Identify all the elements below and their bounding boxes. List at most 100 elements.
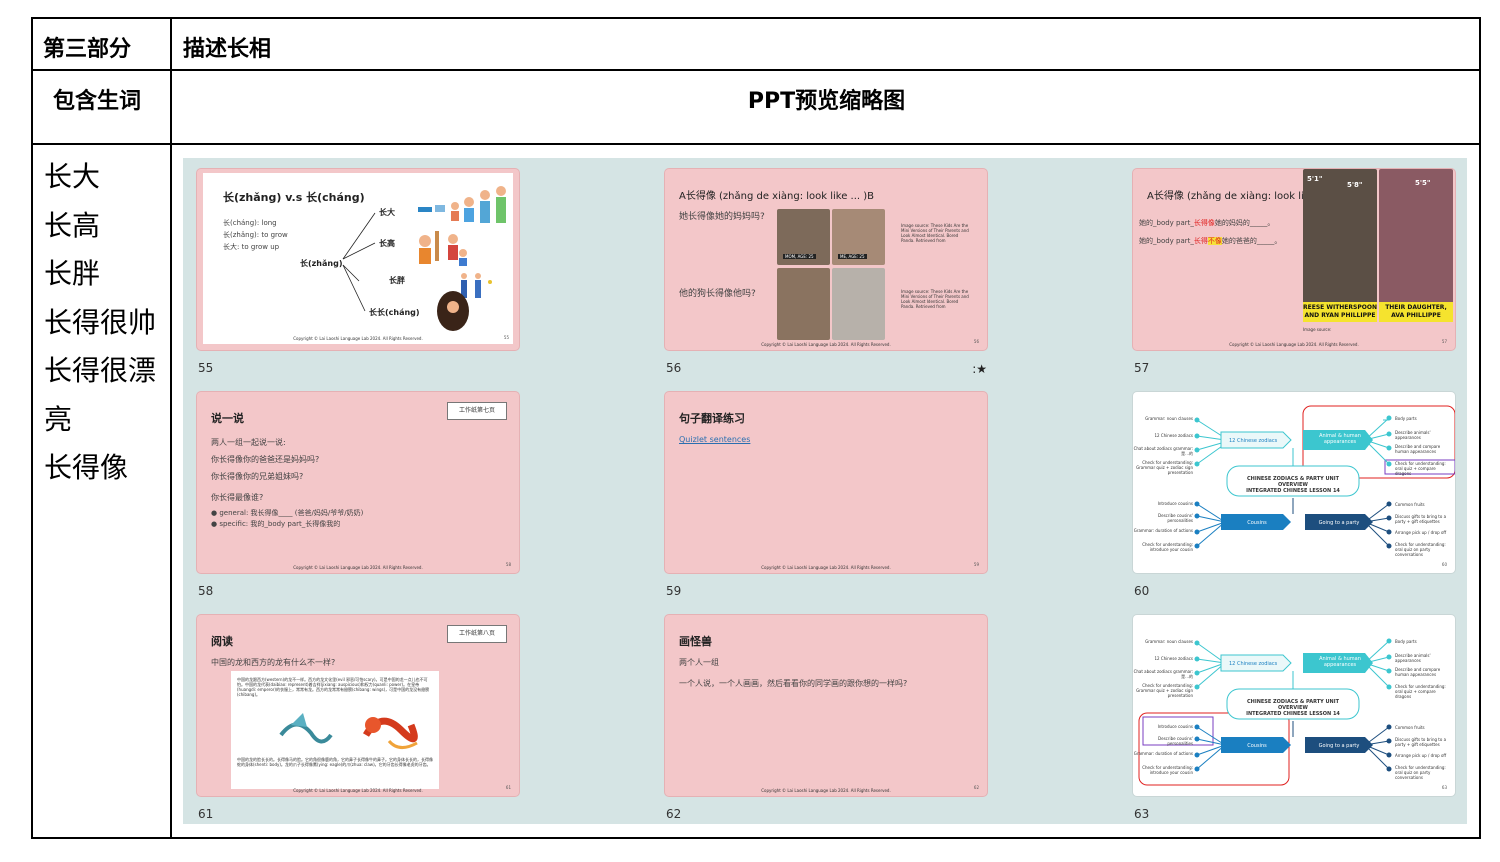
slide-55[interactable]: 长(zhǎng) v.s 长(cháng) 长(cháng): long 长(z… — [197, 169, 519, 350]
slide-footer: Copyright © Lai Laoshi Language Lab 2024… — [761, 788, 891, 793]
reading-passage: 中国的龙跟西方(western)的龙不一样。西方的龙文化里(evil 邪恶/可怕… — [231, 671, 439, 789]
leaf-label: Introduce cousins — [1157, 724, 1193, 729]
slide-58[interactable]: 说一说 工作纸第七页 两人一组一起说一说: 你长得像你的爸爸还是妈妈吗? 你长得… — [197, 392, 519, 573]
star-icon[interactable]: :★ — [972, 362, 987, 376]
slide-footer: Copyright © Lai Laoshi Language Lab 2024… — [293, 788, 423, 793]
branch-label: 长胖 — [389, 276, 405, 285]
slide-thumbnail-61[interactable]: 阅读 工作纸第八页 中国的龙和西方的龙有什么不一样? 中国的龙跟西方(weste… — [197, 615, 519, 821]
leaf-label: Arrange pick up / drop off — [1395, 530, 1447, 535]
vocab-item: 长胖 — [44, 257, 101, 290]
leaf-label: Grammar: noun clauses — [1145, 639, 1193, 644]
vocab-header: 包含生词 — [53, 89, 142, 114]
slide-title: 说一说 — [211, 412, 244, 425]
node-label: Going to a party — [1318, 520, 1360, 526]
vocab-item: 长高 — [44, 208, 101, 242]
couple-photo — [1303, 169, 1377, 321]
quizlet-link[interactable]: Quizlet sentences — [679, 434, 750, 446]
sentence-part: 她的爸爸的_____。 — [1221, 237, 1282, 245]
slide-number: 60 — [1134, 584, 1150, 598]
overview-title: CHINESE ZODIACS & PARTY UNIT OVERVIEW IN… — [1246, 476, 1340, 494]
slide-thumbnail-58[interactable]: 说一说 工作纸第七页 两人一组一起说一说: 你长得像你的爸爸还是妈妈吗? 你长得… — [197, 392, 519, 598]
leaf-label: Check for understanding: oral quiz + com… — [1395, 461, 1446, 476]
slide-59[interactable]: 句子翻译练习 Quizlet sentences Copyright © Lai… — [665, 392, 987, 573]
photo-badge: MOM, AGE: 25 — [783, 254, 816, 259]
leaf-label: Describe and compare human appearances — [1395, 444, 1441, 454]
leaf-label: Grammar: duration of actions — [1133, 751, 1193, 756]
leaf-label: Common fruits — [1395, 502, 1425, 507]
sentence-highlight: 长得像 — [1193, 219, 1215, 227]
slide-number: 55 — [198, 361, 214, 375]
slide-63[interactable]: CHINESE ZODIACS & PARTY UNIT OVERVIEW IN… — [1133, 615, 1455, 796]
table-row-divider — [33, 143, 1479, 145]
photo-caption: THEIR DAUGHTER, AVA PHILLIPPE — [1379, 302, 1453, 322]
slide-thumbnail-62[interactable]: 画怪兽 两个人一组 一个人说，一个人画画，然后看看你的同学画的跟你想的一样吗? … — [665, 615, 987, 821]
leaf-label: Check for understanding: oral quiz on pa… — [1395, 542, 1446, 557]
bullet-item: ● specific: 我的_body part_长得像我的 — [211, 520, 341, 528]
slide-60[interactable]: CHINESE ZODIACS & PARTY UNIT OVERVIEW IN… — [1133, 392, 1455, 573]
leaf-label: Check for understanding: Grammar quiz + … — [1136, 683, 1193, 698]
leaf-label: Describe animals' appearances — [1395, 653, 1431, 663]
branch-label: 长长(cháng) — [369, 308, 420, 317]
sentence-highlight: 不像 — [1207, 237, 1222, 245]
leaf-label: Discuss gifts to bring to a party + gift… — [1395, 737, 1447, 747]
slide-page-number: 59 — [973, 562, 979, 567]
slide-title: A长得像 (zhǎng de xiàng: look like ... )B — [679, 191, 875, 202]
ppt-preview-grid[interactable]: 长(zhǎng) v.s 长(cháng) 长(cháng): long 长(z… — [183, 158, 1467, 824]
slide-footer: Copyright © Lai Laoshi Language Lab 2024… — [1229, 342, 1359, 347]
image-source: Image source: — [1303, 327, 1332, 332]
leaf-label: Chat about zodiacs grammar: 是...的 — [1133, 669, 1193, 679]
height-label: 5'8" — [1347, 181, 1363, 189]
slide-line: 你长得像你的兄弟姐妹吗? — [211, 472, 304, 481]
slide-56[interactable]: A长得像 (zhǎng de xiàng: look like ... )B 她… — [665, 169, 987, 350]
daughter-photo — [1379, 169, 1453, 321]
photo-badge: ME, AGE: 25 — [838, 254, 867, 259]
leaf-label: Body parts — [1395, 416, 1417, 421]
slide-line: 一个人说，一个人画画，然后看看你的同学画的跟你想的一样吗? — [679, 679, 908, 688]
slide-sentence: 她的_body part_长得不像她的爸爸的_____。 — [1139, 235, 1281, 247]
sentence-part: 她的_body part_ — [1139, 237, 1194, 245]
slide-thumbnail-60[interactable]: CHINESE ZODIACS & PARTY UNIT OVERVIEW IN… — [1133, 392, 1455, 598]
overview-title: CHINESE ZODIACS & PARTY UNIT OVERVIEW IN… — [1246, 699, 1340, 717]
slide-footer: Copyright © Lai Laoshi Language Lab 2024… — [293, 565, 423, 570]
branch-diagram — [342, 186, 506, 331]
slide-61[interactable]: 阅读 工作纸第八页 中国的龙和西方的龙有什么不一样? 中国的龙跟西方(weste… — [197, 615, 519, 796]
worksheet-button[interactable]: 工作纸第八页 — [447, 625, 507, 643]
slide-thumbnail-59[interactable]: 句子翻译练习 Quizlet sentences Copyright © Lai… — [665, 392, 987, 598]
slide-thumbnail-63[interactable]: CHINESE ZODIACS & PARTY UNIT OVERVIEW IN… — [1133, 615, 1455, 821]
node-label: Animal & human appearances — [1319, 656, 1361, 668]
slide-number: 56 — [666, 361, 682, 375]
slide-bullets: ● general: 我长得像____ (爸爸/妈妈/爷爷/奶奶) ● spec… — [211, 508, 363, 530]
sentence-part: 她的妈妈的_____。 — [1214, 219, 1275, 227]
slide-page-number: 60 — [1441, 562, 1447, 567]
slide-footer: Copyright © Lai Laoshi Language Lab 2024… — [761, 565, 891, 570]
leaf-label: Discuss gifts to bring to a party + gift… — [1395, 514, 1447, 524]
leaf-label: Grammar: duration of actions — [1133, 528, 1193, 533]
leaf-label: Check for understanding: Grammar quiz + … — [1136, 460, 1193, 475]
slide-thumbnail-56[interactable]: A长得像 (zhǎng de xiàng: look like ... )B 她… — [665, 169, 987, 376]
slide-57[interactable]: A长得像 (zhǎng de xiàng: look like ... )B 她… — [1133, 169, 1455, 350]
table-column-divider — [170, 19, 172, 837]
node-label: 12 Chinese zodiacs — [1229, 438, 1278, 444]
worksheet-button[interactable]: 工作纸第七页 — [447, 402, 507, 420]
slide-question: 中国的龙和西方的龙有什么不一样? — [211, 658, 336, 667]
slide-page-number: 56 — [973, 339, 979, 344]
slide-line: 两个人一组 — [679, 658, 719, 667]
slide-page-number: 62 — [973, 785, 979, 790]
slide-title: 画怪兽 — [679, 635, 712, 648]
sentence-highlight: 长得 — [1193, 237, 1208, 245]
slide-page-number: 61 — [505, 785, 511, 790]
slide-text: 两人一组一起说一说: 你长得像你的爸爸还是妈妈吗? 你长得像你的兄弟姐妹吗? 你… — [211, 434, 319, 506]
slide-thumbnail-55[interactable]: 长(zhǎng) v.s 长(cháng) 长(cháng): long 长(z… — [197, 169, 519, 375]
slide-page-number: 63 — [1441, 785, 1447, 790]
table-row-divider — [33, 69, 1479, 71]
leaf-label: Describe cousins' personalities — [1158, 513, 1193, 523]
leaf-label: Introduce cousins — [1157, 501, 1193, 506]
leaf-label: Describe and compare human appearances — [1395, 667, 1441, 677]
part-label: 第三部分 — [43, 37, 132, 62]
vocab-item: 长得很帅 — [44, 305, 157, 339]
slide-62[interactable]: 画怪兽 两个人一组 一个人说，一个人画画，然后看看你的同学画的跟你想的一样吗? … — [665, 615, 987, 796]
leaf-label: Common fruits — [1395, 725, 1425, 730]
slide-thumbnail-57[interactable]: A长得像 (zhǎng de xiàng: look like ... )B 她… — [1133, 169, 1455, 375]
slide-number: 61 — [198, 807, 214, 821]
vocab-item: 长大 — [44, 160, 101, 193]
